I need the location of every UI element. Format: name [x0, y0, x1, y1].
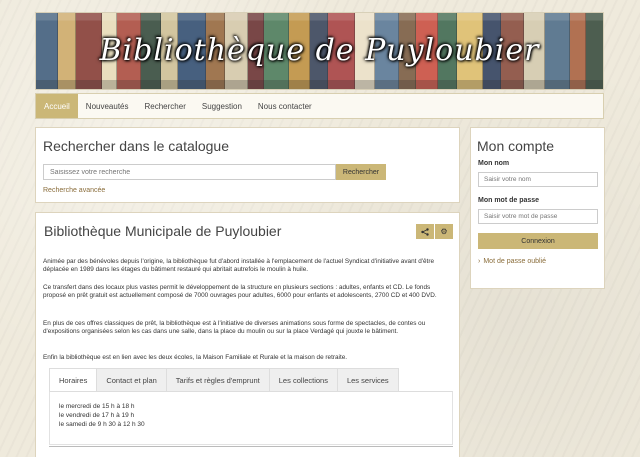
hours-wednesday: le mercredi de 15 h à 18 h: [59, 403, 135, 410]
tab-horaires[interactable]: Horaires: [49, 368, 98, 392]
account-panel: Mon compte Mon nom Mon mot de passe Conn…: [470, 127, 605, 289]
intro-paragraph-2: Ce transfert dans des locaux plus vastes…: [43, 284, 437, 299]
intro-paragraph-4: Enfin la bibliothèque est en lien avec l…: [43, 354, 348, 361]
chevron-right-icon: ›: [478, 258, 481, 265]
info-tabs: Horaires Contact et plan Tarifs et règle…: [49, 368, 399, 392]
forgot-password-link[interactable]: › Mot de passe oublié: [478, 258, 546, 265]
share-button[interactable]: [416, 224, 434, 239]
hours-friday: le vendredi de 17 h à 19 h: [59, 412, 135, 419]
forgot-password-label: Mot de passe oublié: [483, 258, 546, 265]
main-content-panel: Bibliothèque Municipale de Puyloubier ⚙ …: [35, 212, 460, 457]
gear-icon: ⚙: [440, 227, 448, 236]
nav-item-rechercher[interactable]: Rechercher: [137, 94, 194, 118]
page-title: Bibliothèque Municipale de Puyloubier: [44, 223, 282, 239]
site-title[interactable]: Bibliothèque de Puyloubier: [36, 33, 603, 68]
intro-paragraph-3: En plus de ces offres classiques de prêt…: [43, 320, 426, 335]
intro-paragraph-1: Animée par des bénévoles depuis l'origin…: [43, 258, 434, 273]
site-banner: Bibliothèque de Puyloubier: [35, 12, 604, 90]
password-field[interactable]: [478, 209, 598, 224]
main-nav: Accueil Nouveautés Rechercher Suggestion…: [35, 93, 604, 119]
nav-item-suggestion[interactable]: Suggestion: [194, 94, 250, 118]
settings-button[interactable]: ⚙: [435, 224, 453, 239]
divider: [49, 446, 453, 447]
search-button[interactable]: Rechercher: [336, 164, 386, 180]
password-label: Mon mot de passe: [478, 197, 540, 204]
hours-saturday: le samedi de 9 h 30 à 12 h 30: [59, 421, 145, 428]
search-panel-title: Rechercher dans le catalogue: [43, 138, 230, 154]
nav-item-contact[interactable]: Nous contacter: [250, 94, 320, 118]
name-field[interactable]: [478, 172, 598, 187]
tab-tarifs[interactable]: Tarifs et règles d'emprunt: [166, 368, 270, 392]
tab-collections[interactable]: Les collections: [269, 368, 338, 392]
advanced-search-link[interactable]: Recherche avancée: [43, 187, 105, 194]
login-button[interactable]: Connexion: [478, 233, 598, 249]
catalog-search-panel: Rechercher dans le catalogue Rechercher …: [35, 127, 460, 203]
tab-contact-plan[interactable]: Contact et plan: [97, 368, 167, 392]
nav-item-accueil[interactable]: Accueil: [36, 94, 78, 118]
tab-services[interactable]: Les services: [337, 368, 399, 392]
search-input[interactable]: [43, 164, 336, 180]
share-icon: [421, 227, 429, 236]
name-label: Mon nom: [478, 160, 510, 167]
account-panel-title: Mon compte: [477, 138, 555, 154]
nav-item-nouveautes[interactable]: Nouveautés: [78, 94, 137, 118]
